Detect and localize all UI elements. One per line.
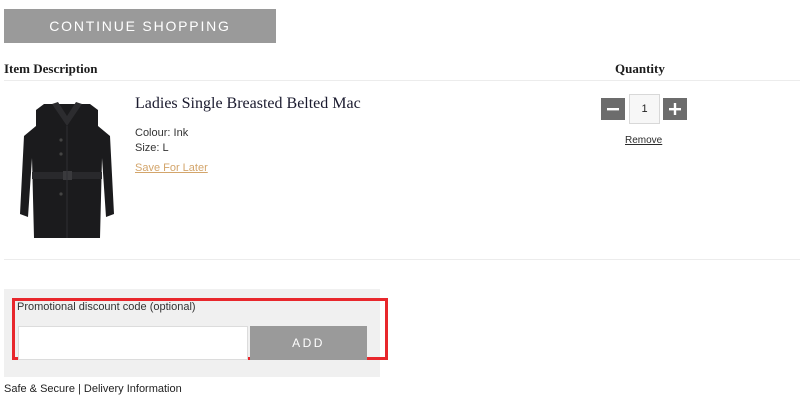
save-for-later-link[interactable]: Save For Later bbox=[135, 162, 208, 174]
delivery-information-link[interactable]: Delivery Information bbox=[84, 383, 182, 395]
plus-icon bbox=[669, 103, 681, 115]
quantity-stepper bbox=[601, 94, 687, 126]
coat-image-icon bbox=[20, 102, 114, 238]
promo-code-input[interactable] bbox=[18, 326, 248, 360]
product-title[interactable]: Ladies Single Breasted Belted Mac bbox=[135, 95, 361, 113]
safe-secure-link[interactable]: Safe & Secure bbox=[4, 383, 75, 395]
increase-quantity-button[interactable] bbox=[663, 98, 687, 120]
quantity-header: Quantity bbox=[615, 61, 665, 76]
remove-item-link[interactable]: Remove bbox=[625, 135, 662, 146]
minus-icon bbox=[607, 108, 619, 111]
promo-code-label: Promotional discount code (optional) bbox=[17, 301, 196, 313]
continue-shopping-button[interactable]: CONTINUE SHOPPING bbox=[4, 9, 276, 43]
header-divider bbox=[4, 80, 800, 81]
footer-links: Safe & Secure | Delivery Information bbox=[4, 383, 182, 395]
product-size: Size: L bbox=[135, 142, 169, 154]
footer-separator: | bbox=[78, 383, 81, 395]
product-image[interactable] bbox=[14, 96, 120, 244]
item-divider bbox=[4, 259, 800, 260]
add-promo-button[interactable]: ADD bbox=[250, 326, 367, 360]
quantity-input[interactable] bbox=[629, 94, 660, 124]
item-description-header: Item Description bbox=[4, 61, 98, 76]
product-colour: Colour: Ink bbox=[135, 127, 189, 139]
decrease-quantity-button[interactable] bbox=[601, 98, 625, 120]
